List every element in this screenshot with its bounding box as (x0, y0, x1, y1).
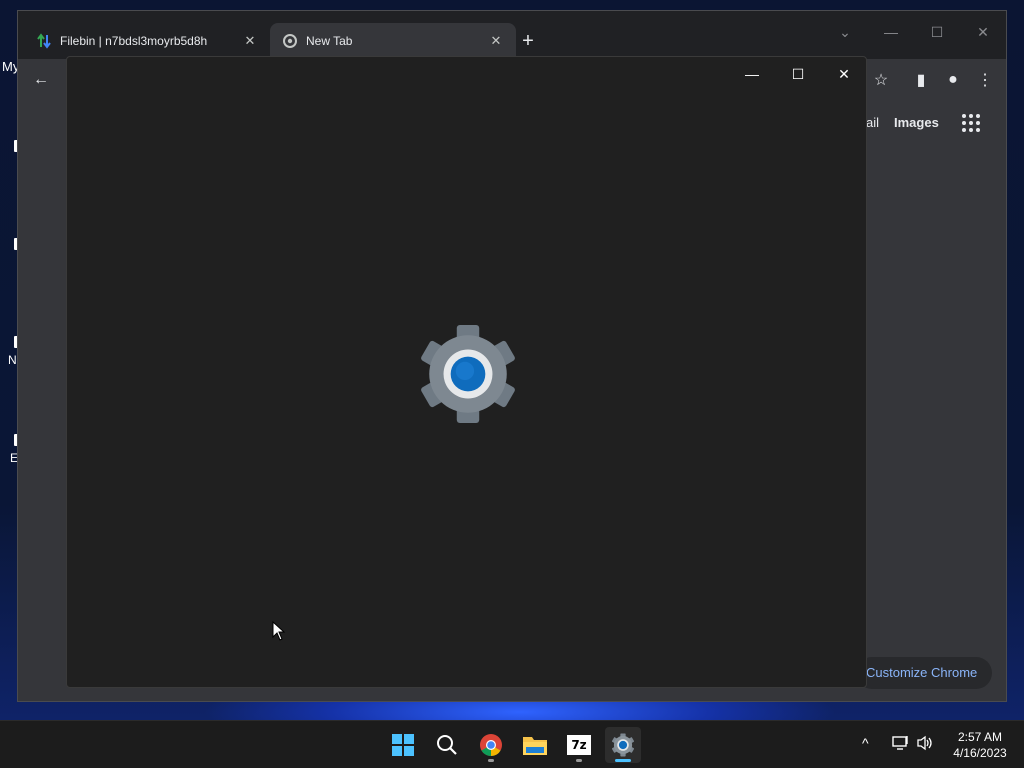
tab-filebin[interactable]: Filebin | n7bdsl3moyrb5d8h ✕ (24, 23, 270, 59)
running-indicator (488, 759, 494, 762)
minimize-button[interactable]: — (868, 17, 914, 47)
profile-icon[interactable]: ● (942, 69, 964, 91)
taskbar-settings-button[interactable] (605, 727, 641, 763)
system-clock[interactable]: 2:57 AM 4/16/2023 (940, 729, 1020, 761)
volume-icon[interactable] (916, 735, 934, 754)
gmail-link[interactable]: ail (866, 115, 879, 130)
images-link[interactable]: Images (894, 115, 939, 130)
bookmark-star-icon[interactable]: ☆ (870, 69, 892, 91)
customize-chrome-button[interactable]: Customize Chrome (856, 657, 992, 689)
mouse-cursor-icon (272, 621, 286, 641)
maximize-button[interactable]: ☐ (914, 17, 960, 47)
tab-title: Filebin | n7bdsl3moyrb5d8h (60, 34, 208, 48)
search-icon (437, 735, 457, 755)
new-tab-button[interactable]: + (514, 27, 542, 55)
settings-minimize-button[interactable]: — (729, 59, 775, 89)
side-panel-icon[interactable]: ▮ (910, 69, 932, 91)
tab-close-icon[interactable]: ✕ (242, 33, 258, 49)
back-button[interactable]: ← (30, 69, 52, 91)
chrome-icon (480, 734, 502, 756)
taskbar-search-button[interactable] (429, 727, 465, 763)
network-icon[interactable] (892, 735, 910, 754)
settings-gear-icon (421, 325, 515, 423)
start-button[interactable] (385, 727, 421, 763)
taskbar: 7z ^ 2:57 AM 4/16/2023 (0, 720, 1024, 768)
tab-close-icon[interactable]: ✕ (488, 33, 504, 49)
tab-title: New Tab (306, 34, 353, 48)
show-hidden-icons-chevron-icon[interactable]: ^ (862, 735, 869, 751)
taskbar-7zip-button[interactable]: 7z (561, 727, 597, 763)
tab-new-tab[interactable]: New Tab ✕ (270, 23, 516, 59)
tab-strip: Filebin | n7bdsl3moyrb5d8h ✕ New Tab ✕ +… (18, 11, 1006, 61)
taskbar-chrome-button[interactable] (473, 727, 509, 763)
chrome-menu-icon[interactable]: ⋮ (974, 69, 996, 91)
running-indicator (576, 759, 582, 762)
clock-time: 2:57 AM (957, 730, 1003, 744)
taskbar-file-explorer-button[interactable] (517, 727, 553, 763)
desktop-label-n[interactable]: N (8, 353, 17, 367)
chrome-favicon-icon (282, 33, 298, 49)
google-apps-icon[interactable] (962, 114, 980, 132)
7zip-icon: 7z (567, 735, 591, 755)
settings-icon (611, 733, 635, 757)
settings-maximize-button[interactable]: ☐ (775, 59, 821, 89)
settings-close-button[interactable]: ✕ (821, 59, 867, 89)
tab-search-button[interactable]: ⌄ (822, 17, 868, 47)
close-button[interactable]: ✕ (960, 17, 1006, 47)
settings-window: — ☐ ✕ (66, 56, 867, 688)
clock-date: 4/16/2023 (953, 746, 1007, 760)
windows-start-icon (392, 734, 414, 756)
file-explorer-icon (523, 737, 547, 755)
filebin-favicon-icon (36, 33, 52, 49)
active-indicator (615, 759, 631, 762)
